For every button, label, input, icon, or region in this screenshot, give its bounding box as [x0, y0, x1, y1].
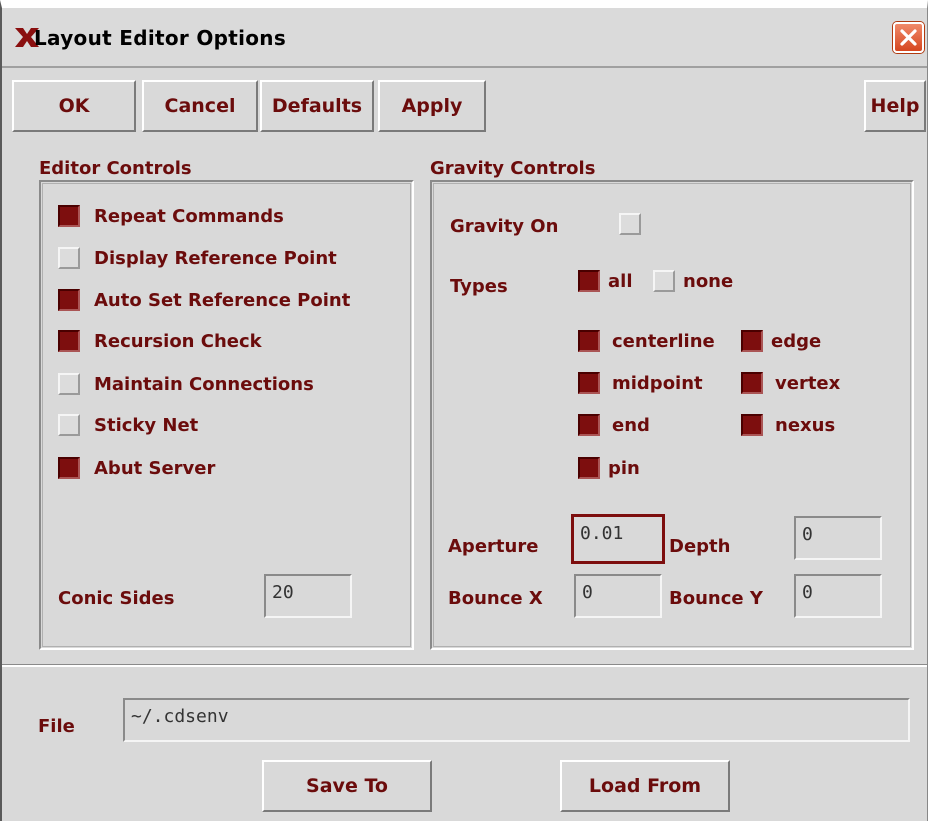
- gravity-controls-title: Gravity Controls: [430, 158, 596, 179]
- type-midpoint-option[interactable]: midpoint: [578, 372, 703, 394]
- type-pin-checkbox[interactable]: [578, 457, 600, 479]
- abut-server-checkbox[interactable]: [58, 457, 80, 479]
- defaults-button[interactable]: Defaults: [260, 80, 374, 132]
- depth-label: Depth: [669, 536, 731, 557]
- option-label: Recursion Check: [94, 330, 262, 352]
- gravity-on-label: Gravity On: [450, 216, 559, 237]
- aperture-input[interactable]: 0.01: [571, 514, 665, 564]
- repeat-commands-checkbox[interactable]: [58, 205, 80, 227]
- recursion-check-checkbox[interactable]: [58, 330, 80, 352]
- apply-button[interactable]: Apply: [378, 80, 486, 132]
- abut-server-option[interactable]: Abut Server: [58, 457, 215, 479]
- option-label: Sticky Net: [94, 414, 199, 436]
- type-centerline-checkbox[interactable]: [578, 330, 600, 352]
- load-from-button[interactable]: Load From: [560, 760, 730, 812]
- option-label: pin: [608, 457, 640, 479]
- editor-controls-title: Editor Controls: [39, 158, 192, 179]
- ok-button[interactable]: OK: [12, 80, 136, 132]
- option-label: edge: [771, 330, 822, 352]
- recursion-check-option[interactable]: Recursion Check: [58, 330, 262, 352]
- option-label: nexus: [775, 414, 836, 436]
- bounce-y-input[interactable]: 0: [794, 574, 882, 618]
- option-label: centerline: [612, 330, 715, 352]
- depth-input[interactable]: 0: [794, 516, 882, 560]
- type-centerline-option[interactable]: centerline: [578, 330, 715, 352]
- auto-set-reference-point-checkbox[interactable]: [58, 289, 80, 311]
- separator: [2, 664, 927, 667]
- help-button[interactable]: Help: [864, 80, 926, 132]
- types-none-checkbox[interactable]: [653, 270, 675, 292]
- sticky-net-option[interactable]: Sticky Net: [58, 414, 198, 436]
- option-label: end: [612, 414, 650, 436]
- close-icon: [900, 29, 917, 46]
- option-label: Abut Server: [94, 457, 216, 479]
- type-end-option[interactable]: end: [578, 414, 650, 436]
- conic-sides-input[interactable]: 20: [264, 574, 352, 618]
- file-path-input[interactable]: ~/.cdsenv: [123, 698, 910, 742]
- type-nexus-option[interactable]: nexus: [741, 414, 835, 436]
- save-to-button[interactable]: Save To: [262, 760, 432, 812]
- bounce-x-label: Bounce X: [448, 588, 543, 609]
- type-vertex-option[interactable]: vertex: [741, 372, 840, 394]
- bounce-y-label: Bounce Y: [669, 588, 763, 609]
- title-bar: Layout Editor Options: [2, 8, 927, 68]
- file-label: File: [38, 716, 75, 737]
- types-none-option[interactable]: none: [653, 270, 733, 292]
- option-label: Auto Set Reference Point: [94, 289, 351, 311]
- type-nexus-checkbox[interactable]: [741, 414, 763, 436]
- display-reference-point-option[interactable]: Display Reference Point: [58, 247, 337, 269]
- option-label: none: [683, 270, 734, 292]
- option-label: all: [608, 270, 633, 292]
- maintain-connections-checkbox[interactable]: [58, 373, 80, 395]
- type-edge-option[interactable]: edge: [741, 330, 821, 352]
- maintain-connections-option[interactable]: Maintain Connections: [58, 373, 314, 395]
- gravity-on-checkbox[interactable]: [619, 213, 641, 235]
- conic-sides-label: Conic Sides: [58, 588, 175, 609]
- option-label: midpoint: [612, 372, 703, 394]
- option-label: Repeat Commands: [94, 205, 284, 227]
- type-pin-option[interactable]: pin: [578, 457, 640, 479]
- type-vertex-checkbox[interactable]: [741, 372, 763, 394]
- cancel-button[interactable]: Cancel: [142, 80, 258, 132]
- aperture-label: Aperture: [448, 536, 539, 557]
- types-all-checkbox[interactable]: [578, 270, 600, 292]
- close-button[interactable]: [893, 22, 924, 53]
- types-all-option[interactable]: all: [578, 270, 633, 292]
- sticky-net-checkbox[interactable]: [58, 414, 80, 436]
- option-label: vertex: [775, 372, 841, 394]
- type-edge-checkbox[interactable]: [741, 330, 763, 352]
- repeat-commands-option[interactable]: Repeat Commands: [58, 205, 284, 227]
- window-title: Layout Editor Options: [34, 26, 287, 50]
- option-label: Display Reference Point: [94, 247, 337, 269]
- auto-set-reference-point-option[interactable]: Auto Set Reference Point: [58, 289, 350, 311]
- type-midpoint-checkbox[interactable]: [578, 372, 600, 394]
- bounce-x-input[interactable]: 0: [574, 574, 662, 618]
- layout-editor-options-dialog: Layout Editor Options OK Cancel Defaults…: [0, 0, 928, 821]
- types-label: Types: [450, 276, 508, 297]
- option-label: Maintain Connections: [94, 373, 314, 395]
- display-reference-point-checkbox[interactable]: [58, 247, 80, 269]
- type-end-checkbox[interactable]: [578, 414, 600, 436]
